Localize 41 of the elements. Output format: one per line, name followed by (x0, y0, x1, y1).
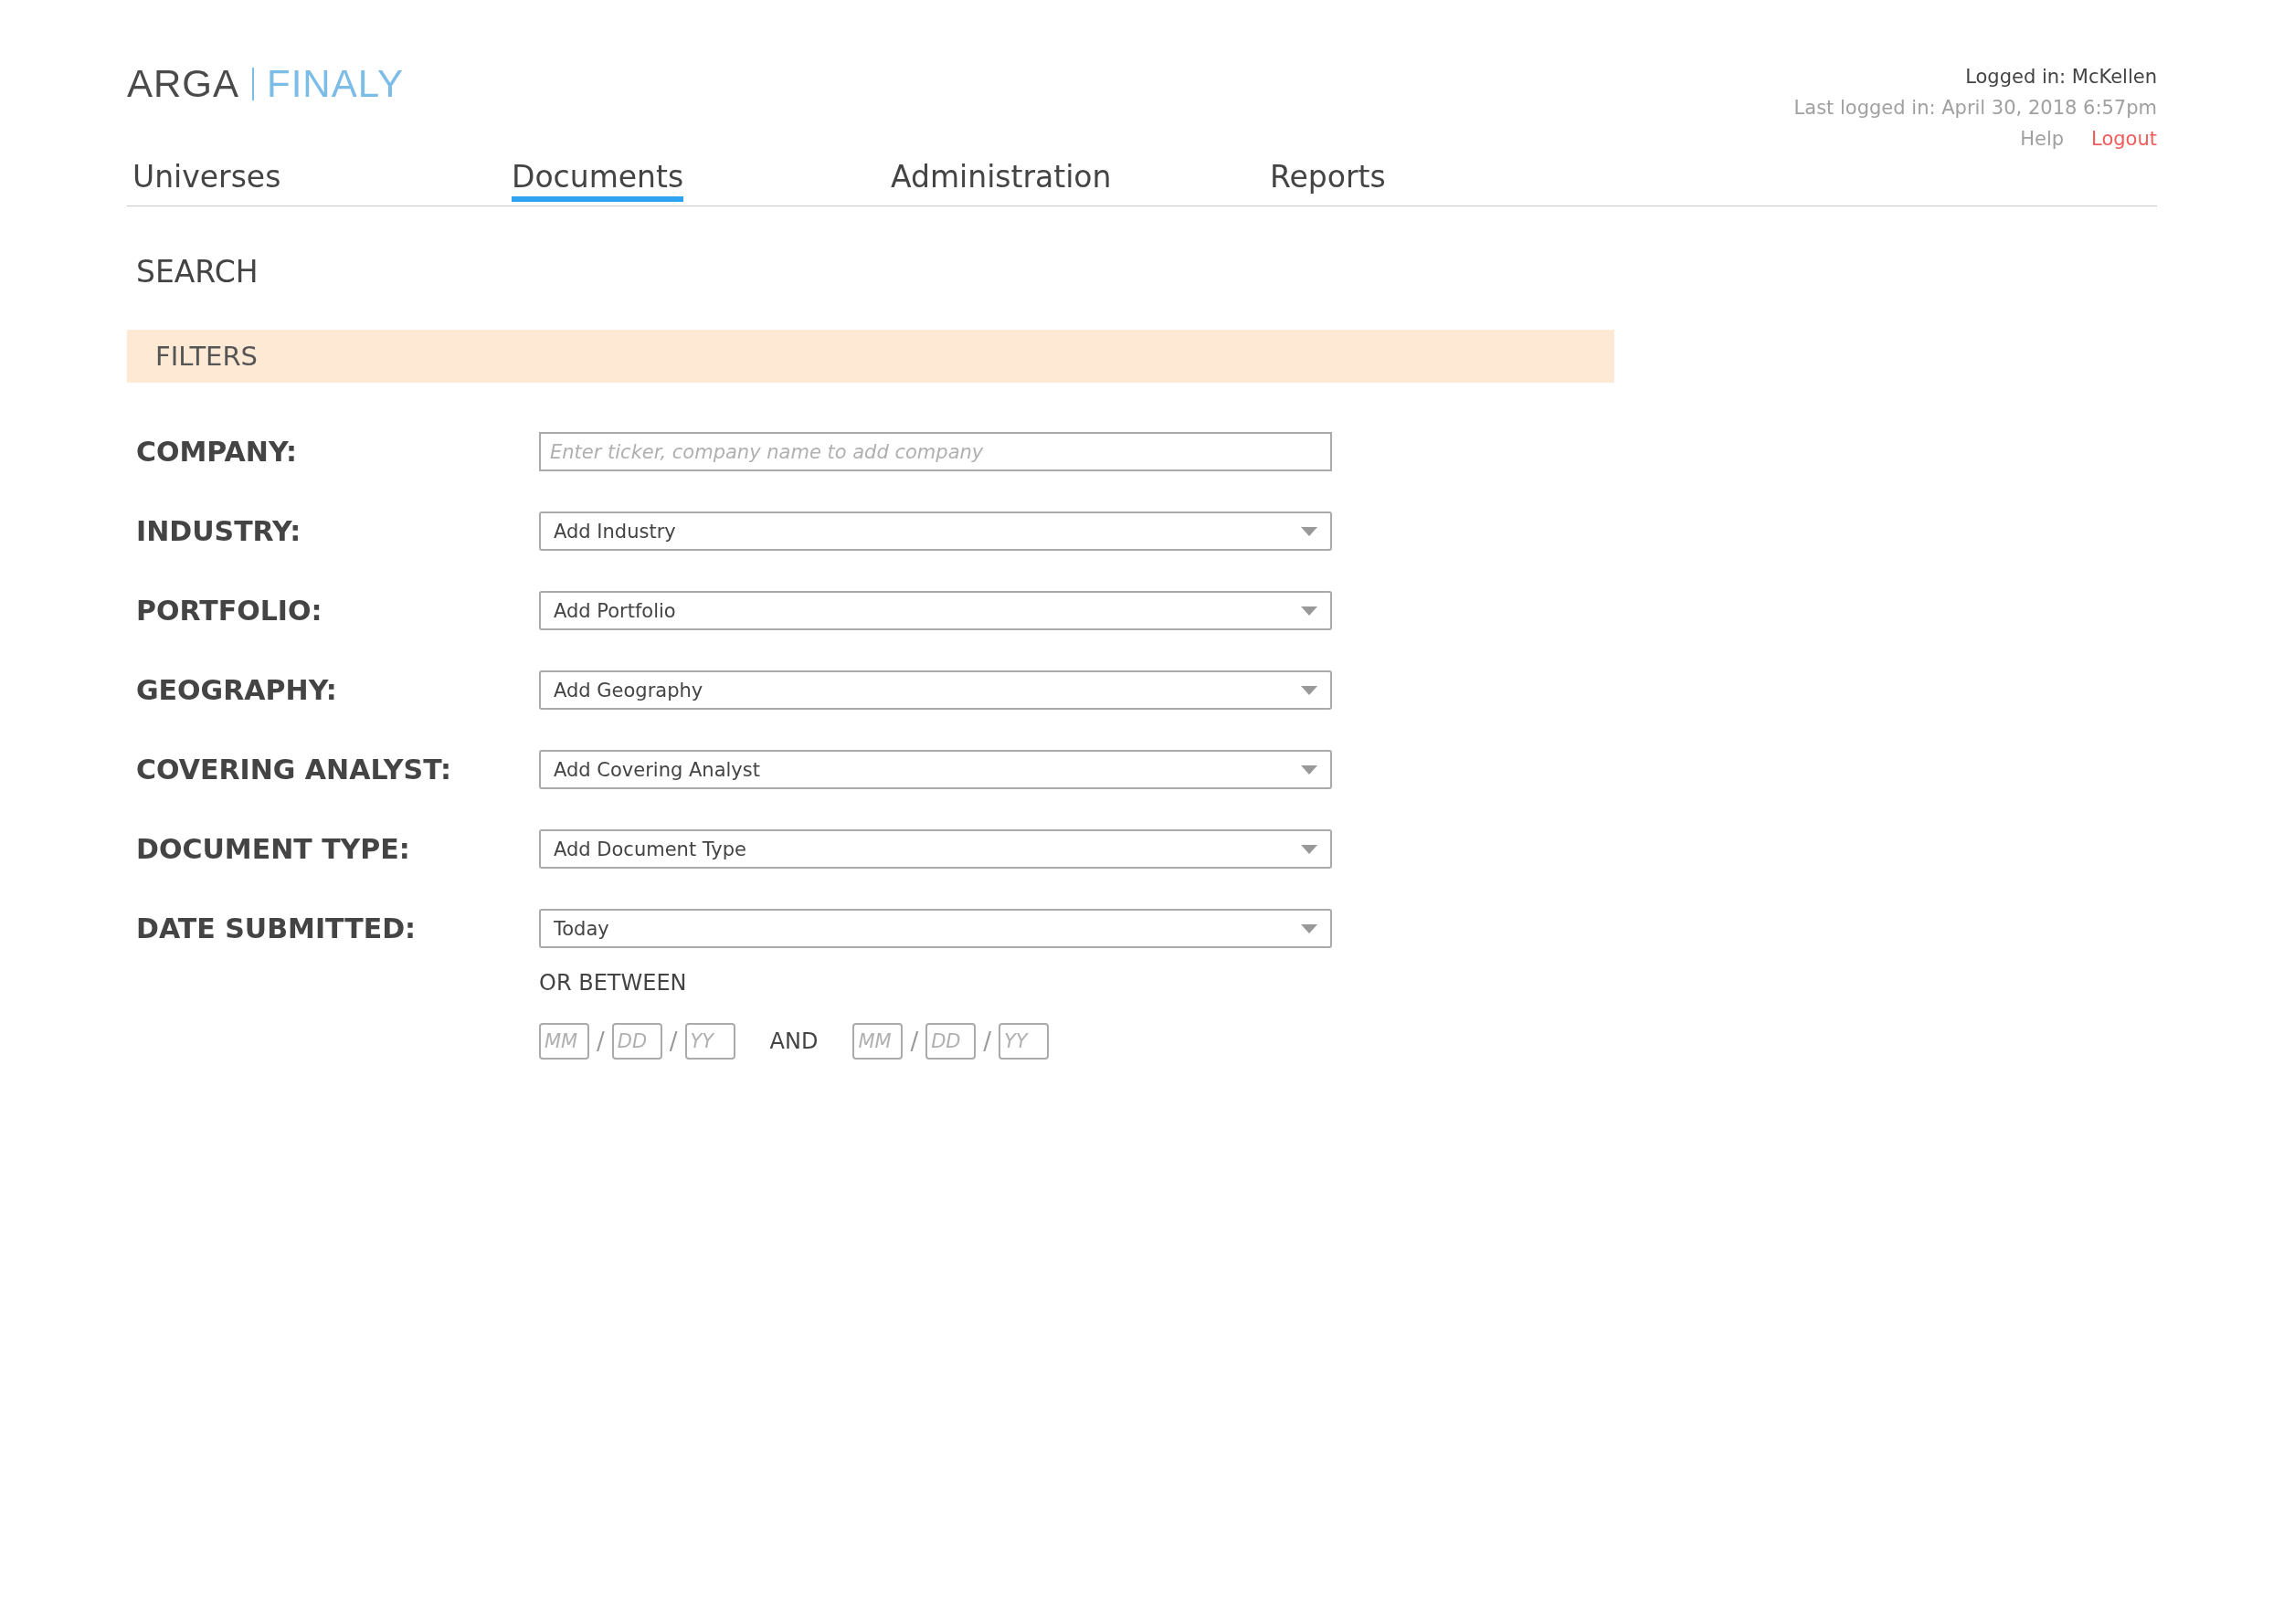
and-label: AND (769, 1028, 819, 1054)
caret-icon (1301, 923, 1317, 933)
caret-icon (1301, 685, 1317, 695)
caret-icon (1301, 606, 1317, 616)
caret-icon (1301, 844, 1317, 854)
filters-header: FILTERS (127, 330, 1614, 383)
last-login: Last logged in: April 30, 2018 6:57pm (1793, 97, 2157, 119)
dropdown[interactable]: Add Document Type (539, 829, 1332, 869)
date-separator: / (910, 1028, 919, 1055)
date-input[interactable]: MM (852, 1023, 904, 1060)
field-label: DOCUMENT TYPE: (136, 833, 411, 865)
nav-tab[interactable]: Documents (512, 159, 684, 202)
company-input[interactable]: Enter ticker, company name to add company (539, 432, 1332, 471)
dropdown[interactable]: Add Covering Analyst (539, 750, 1332, 789)
date-input[interactable]: YY (684, 1023, 735, 1060)
or-between-label: OR BETWEEN (539, 970, 688, 996)
date-input[interactable]: DD (611, 1023, 662, 1060)
caret-icon (1301, 765, 1317, 775)
date-separator: / (669, 1028, 678, 1055)
page-title: SEARCH (136, 254, 259, 290)
field-label: COMPANY: (136, 436, 299, 468)
caret-icon (1301, 526, 1317, 536)
logo: ARGA FINALY (127, 62, 404, 106)
nav-tab[interactable]: Administration (891, 159, 1112, 202)
dropdown[interactable]: Add Geography (539, 670, 1332, 710)
field-label: GEOGRAPHY: (136, 674, 338, 706)
field-label: PORTFOLIO: (136, 595, 323, 627)
dropdown[interactable]: Add Portfolio (539, 591, 1332, 630)
logged-in-user: Logged in: McKellen (1965, 66, 2157, 88)
field-label: DATE SUBMITTED: (136, 912, 418, 944)
date-separator: / (983, 1028, 991, 1055)
date-separator: / (597, 1028, 605, 1055)
field-label: INDUSTRY: (136, 515, 302, 547)
field-label: COVERING ANALYST: (136, 754, 452, 786)
date-input[interactable]: DD (925, 1023, 977, 1060)
nav-tab[interactable]: Reports (1270, 159, 1386, 202)
nav-tab[interactable]: Universes (132, 159, 281, 202)
date-input[interactable]: YY (998, 1023, 1049, 1060)
dropdown[interactable]: Today (539, 909, 1332, 948)
date-input[interactable]: MM (539, 1023, 589, 1060)
dropdown[interactable]: Add Industry (539, 511, 1332, 551)
